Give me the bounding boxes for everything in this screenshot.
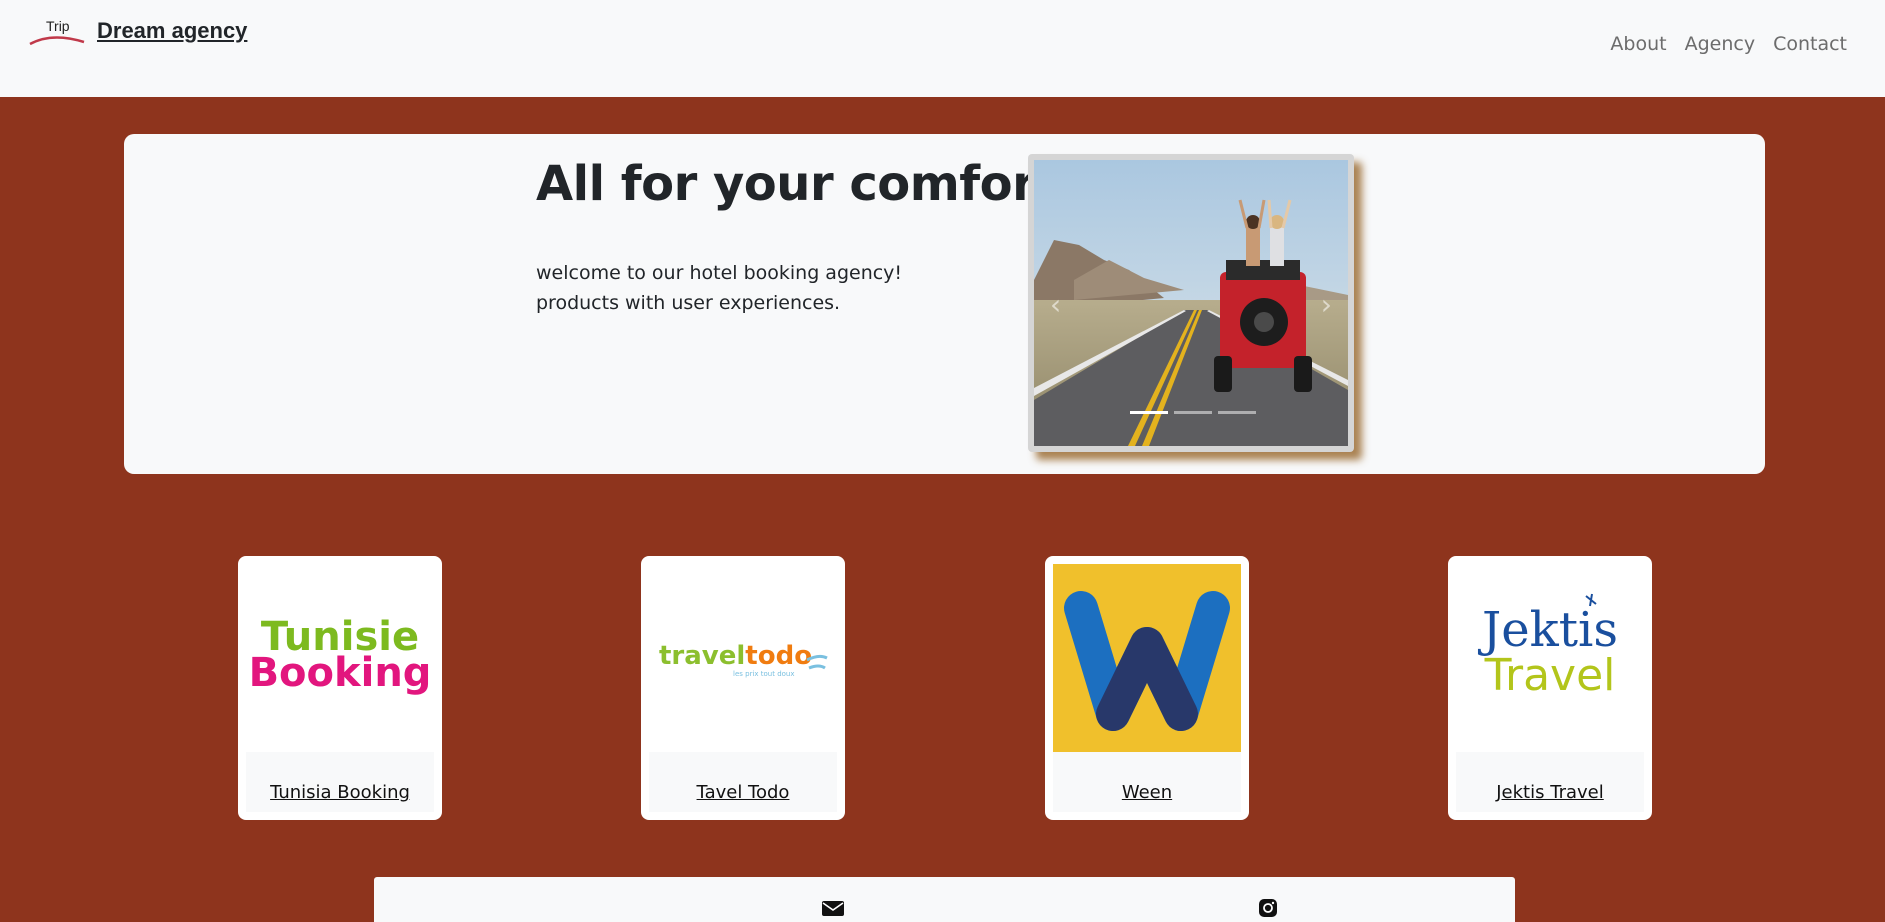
carousel-slide-image: ‹ › [1034, 160, 1348, 446]
hero-text-line-1: welcome to our hotel booking agency! [536, 262, 903, 284]
travel-todo-logo: traveltodo les prix tout doux [649, 564, 837, 752]
brand-logo[interactable]: Trip [28, 18, 90, 48]
nav-link-about[interactable]: About [1610, 33, 1666, 55]
partner-link-tunisia-booking[interactable]: Tunisia Booking [246, 782, 434, 803]
carousel-indicator-2[interactable] [1174, 411, 1212, 414]
road-trip-photo [1034, 160, 1348, 446]
svg-text:traveltodo: traveltodo [659, 641, 812, 671]
card-footer: Tavel Todo [649, 752, 837, 812]
hero-text-line-2: products with user experiences. [536, 292, 841, 314]
partner-card-ween: Ween [1045, 556, 1249, 820]
logo-line-booking: Booking [249, 650, 432, 696]
hero-title: All for your comfort [536, 156, 1058, 212]
logo-part-todo: todo [745, 641, 812, 671]
card-footer: Tunisia Booking [246, 752, 434, 812]
logo-line-travel: Travel [1484, 650, 1616, 701]
image-carousel: ‹ › [1028, 154, 1354, 452]
mail-icon[interactable] [821, 899, 845, 917]
footer-panel [374, 877, 1515, 922]
chevron-left-icon[interactable]: ‹ [1050, 288, 1061, 321]
card-footer: Jektis Travel [1456, 752, 1644, 812]
carousel-indicator-3[interactable] [1218, 411, 1256, 414]
partner-card-jektis-travel: Jektis Travel Jektis Travel [1448, 556, 1652, 820]
nav-link-agency[interactable]: Agency [1685, 33, 1755, 55]
card-footer: Ween [1053, 752, 1241, 812]
hero-panel: All for your comfort welcome to our hote… [124, 134, 1765, 474]
brand-name[interactable]: Dream agency [97, 18, 247, 44]
partner-card-tunisia-booking: Tunisie Booking Tunisia Booking [238, 556, 442, 820]
logo-tagline: les prix tout doux [733, 670, 795, 678]
navbar: Trip Dream agency About Agency Contact [0, 0, 1885, 97]
partner-card-travel-todo: traveltodo les prix tout doux Tavel Todo [641, 556, 845, 820]
partner-link-ween[interactable]: Ween [1053, 782, 1241, 803]
nav-links: About Agency Contact [1610, 33, 1847, 55]
carousel-indicator-1[interactable] [1130, 411, 1168, 414]
ween-logo [1053, 564, 1241, 752]
partner-link-jektis-travel[interactable]: Jektis Travel [1456, 782, 1644, 803]
hero-text: welcome to our hotel booking agency! pro… [536, 258, 902, 318]
tunisia-booking-logo: Tunisie Booking [246, 564, 434, 752]
nav-link-contact[interactable]: Contact [1773, 33, 1847, 55]
carousel-indicators [1130, 411, 1256, 414]
swoosh-icon [29, 36, 85, 46]
partner-link-travel-todo[interactable]: Tavel Todo [649, 782, 837, 803]
logo-part-travel: travel [659, 641, 745, 671]
jektis-travel-logo: Jektis Travel [1456, 564, 1644, 752]
instagram-icon[interactable] [1256, 899, 1280, 917]
chevron-right-icon[interactable]: › [1321, 288, 1332, 321]
